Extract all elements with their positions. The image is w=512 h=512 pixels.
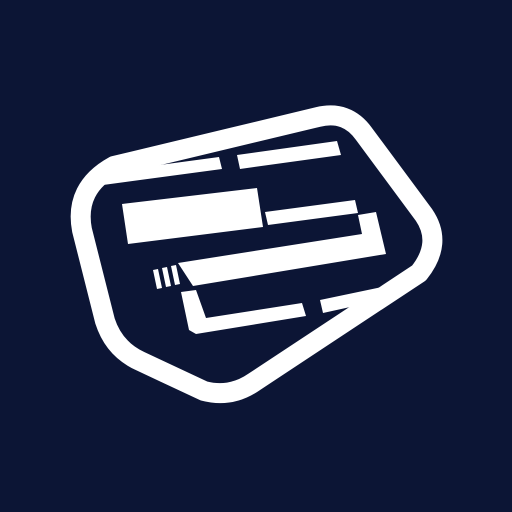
app-icon-canvas	[0, 0, 512, 512]
card-cigarette-logo-icon	[0, 0, 512, 512]
